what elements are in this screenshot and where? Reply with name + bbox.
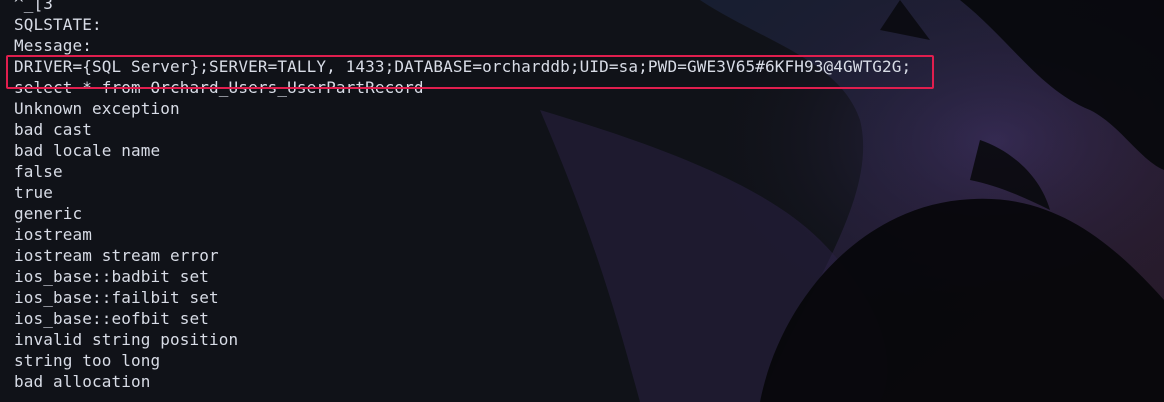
terminal-line: ios_base::failbit set xyxy=(14,288,219,307)
terminal-line: Unknown exception xyxy=(14,99,180,118)
terminal-line: true xyxy=(14,183,54,202)
terminal-line: ^_[3 xyxy=(14,0,54,13)
terminal-line: invalid string position xyxy=(14,330,239,349)
terminal-line: string too long xyxy=(14,351,161,370)
terminal-line: ios_base::badbit set xyxy=(14,267,210,286)
terminal-line: bad cast xyxy=(14,120,93,139)
highlight-box xyxy=(6,55,934,89)
terminal-line: Message: xyxy=(14,36,93,55)
terminal-line: bad allocation xyxy=(14,372,151,391)
terminal-line: SQLSTATE: xyxy=(14,15,102,34)
terminal-line: iostream xyxy=(14,225,93,244)
terminal-line: iostream stream error xyxy=(14,246,219,265)
terminal-line: bad locale name xyxy=(14,141,161,160)
terminal-line: false xyxy=(14,162,63,181)
terminal-line: generic xyxy=(14,204,83,223)
terminal-line: ios_base::eofbit set xyxy=(14,309,210,328)
